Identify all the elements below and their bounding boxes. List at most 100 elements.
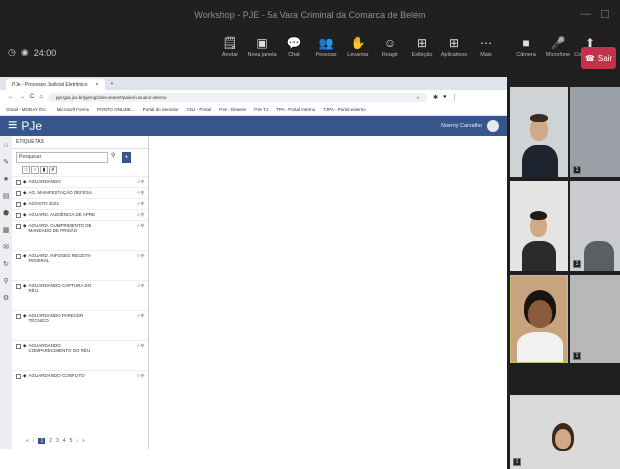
toolbar-levantar[interactable]: ✋ Levantar xyxy=(342,34,374,74)
filter-button[interactable]: ▮ xyxy=(40,166,48,174)
avatar[interactable] xyxy=(487,120,499,132)
page-5[interactable]: 5 xyxy=(70,438,73,444)
settings-icon[interactable]: ⚙ xyxy=(3,294,9,302)
menu-icon[interactable]: ⋮ xyxy=(452,94,458,101)
participant-video[interactable]: 1 xyxy=(510,395,620,469)
tab-close-icon[interactable]: × xyxy=(96,82,99,88)
list-item[interactable]: ◆ AGUARDANDO PARECER TÉCNICO ☆⚲ xyxy=(12,310,148,340)
page-3[interactable]: 3 xyxy=(56,438,59,444)
hamburger-icon[interactable]: ≡ xyxy=(8,117,17,135)
star-pin-icon[interactable]: ☆⚲ xyxy=(137,343,144,349)
list-item[interactable]: ◆ AGOSTO 2022 ☆⚲ xyxy=(12,198,148,209)
checkbox[interactable] xyxy=(16,314,21,319)
bookmark-item[interactable]: Microsoft Forms xyxy=(57,107,89,112)
checkbox[interactable] xyxy=(16,202,21,207)
star-pin-icon[interactable]: ☆⚲ xyxy=(137,253,144,259)
home-icon[interactable]: ⌂ xyxy=(4,142,8,149)
toolbar-microfone[interactable]: 🎤 Microfone xyxy=(542,34,574,74)
home-icon[interactable]: ⌂ xyxy=(39,94,43,100)
page-2[interactable]: 2 xyxy=(49,438,52,444)
minimize-icon[interactable]: — xyxy=(580,8,591,20)
list-icon[interactable]: ▤ xyxy=(3,192,10,200)
list-item[interactable]: ◆ AGUARD. CUMPRIMENTO DE MANDADO DE PRISÃ… xyxy=(12,220,148,250)
star-icon[interactable]: ★ xyxy=(3,175,9,183)
participant-video[interactable] xyxy=(510,87,568,177)
leave-button[interactable]: ☎ Sair xyxy=(581,47,616,69)
pje-logo[interactable]: PJe xyxy=(21,119,42,133)
star-pin-icon[interactable]: ☆⚲ xyxy=(137,212,144,218)
forward-icon[interactable]: → xyxy=(19,94,25,100)
participant-video-speaking[interactable] xyxy=(510,275,568,363)
call-info-icon[interactable]: ◷ xyxy=(8,47,16,58)
list-item[interactable]: ◆ AGUARDANDO COMPARECIMENTO DO RÉU ☆⚲ xyxy=(12,340,148,370)
star-pin-icon[interactable]: ☆⚲ xyxy=(137,190,144,196)
bookmark-item[interactable]: PONTO ONLINE... xyxy=(97,107,135,112)
page-1[interactable]: 1 xyxy=(38,438,46,444)
search-icon[interactable]: ⚲ xyxy=(3,277,8,285)
toolbar-nova-janela[interactable]: ▣ Nova janela xyxy=(246,34,278,74)
checkbox[interactable] xyxy=(16,180,21,185)
filter-button[interactable]: ✗ xyxy=(49,166,57,174)
tag-icon[interactable]: ⬟ xyxy=(3,209,9,217)
filter-button[interactable]: ☆ xyxy=(31,166,39,174)
toolbar-anotar[interactable]: 🗒 Anotar xyxy=(214,34,246,74)
list-item[interactable]: ◆ AG. MANIFESTAÇÃO DEFESA ☆⚲ xyxy=(12,187,148,198)
list-item[interactable]: ◆ AGUARDANDO ☆⚲ xyxy=(12,176,148,187)
browser-tab[interactable]: PJe - Processo Judicial Eletrônico × xyxy=(6,79,105,90)
bookmark-star-icon[interactable]: ☆ xyxy=(416,93,420,102)
star-pin-icon[interactable]: ☆⚲ xyxy=(137,201,144,207)
list-item[interactable]: ◆ AGUARD. INFOSEG RECEITA FEDERAL ☆⚲ xyxy=(12,250,148,280)
toolbar-mais[interactable]: ⋯ Mais xyxy=(470,34,502,74)
checkbox[interactable] xyxy=(16,284,21,289)
toolbar-chat[interactable]: 💬 Chat xyxy=(278,34,310,74)
toolbar-exibicao[interactable]: ⊞ Exibição xyxy=(406,34,438,74)
list-item[interactable]: ◆ AGUARD. AUDIÊNCIA DE APRE ☆⚲ xyxy=(12,209,148,220)
page-next[interactable]: › xyxy=(76,438,78,444)
tag-search-input[interactable]: Pesquisar xyxy=(16,152,108,163)
filter-button[interactable]: ☆ xyxy=(22,166,30,174)
star-pin-icon[interactable]: ☆⚲ xyxy=(137,373,144,379)
extensions-icon[interactable]: ✱ xyxy=(433,94,438,101)
page-first[interactable]: « xyxy=(26,438,29,444)
checkbox[interactable] xyxy=(16,224,21,229)
checkbox[interactable] xyxy=(16,374,21,379)
add-tag-button[interactable]: + xyxy=(122,152,131,163)
bookmark-item[interactable]: TPA - Portal Interno xyxy=(276,107,315,112)
bookmark-item[interactable]: CNJ - Portal xyxy=(187,107,212,112)
toolbar-reagir[interactable]: ☺ Reagir xyxy=(374,34,406,74)
url-field[interactable]: pje.tjpa.jus.br/pje/ng2/dev.seam#/painel… xyxy=(47,92,428,102)
list-item[interactable]: ◆ AGUARDANDO CONFLITO ☆⚲ xyxy=(12,370,148,381)
bookmark-item[interactable]: TJPA - Portal externo xyxy=(323,107,365,112)
bookmark-item[interactable]: Portal do Servidor xyxy=(143,107,179,112)
participant-video[interactable]: 1 xyxy=(570,275,620,363)
search-icon[interactable]: ⚲ xyxy=(111,152,119,163)
user-name[interactable]: Noemy Carvalho xyxy=(441,123,482,129)
toolbar-camera[interactable]: ■ Câmera xyxy=(510,34,542,74)
checkbox[interactable] xyxy=(16,344,21,349)
pencil-icon[interactable]: ✎ xyxy=(3,158,9,166)
page-4[interactable]: 4 xyxy=(63,438,66,444)
participant-video[interactable]: 1 xyxy=(570,87,620,177)
star-pin-icon[interactable]: ☆⚲ xyxy=(137,313,144,319)
reload-icon[interactable]: C xyxy=(30,94,34,100)
checkbox[interactable] xyxy=(16,254,21,259)
list-item[interactable]: ◆ AGUARDANDO CAPTURA DO RÉU ☆⚲ xyxy=(12,280,148,310)
bookmark-item[interactable]: PJe - Desenv xyxy=(219,107,246,112)
participant-video[interactable] xyxy=(510,181,568,271)
profile-icon[interactable]: ● xyxy=(443,94,447,100)
page-last[interactable]: » xyxy=(82,438,85,444)
bookmark-item[interactable]: PJe TJ xyxy=(254,107,268,112)
mail-icon[interactable]: ✉ xyxy=(3,243,9,251)
checkbox[interactable] xyxy=(16,213,21,218)
star-pin-icon[interactable]: ☆⚲ xyxy=(137,179,144,185)
star-pin-icon[interactable]: ☆⚲ xyxy=(137,283,144,289)
toolbar-pessoas[interactable]: 👥 Pessoas xyxy=(310,34,342,74)
new-tab-icon[interactable]: + xyxy=(111,81,114,87)
bookmark-item[interactable]: Gmail - MODAY DV... xyxy=(6,107,49,112)
toolbar-aplicativos[interactable]: ⊞ Aplicativos xyxy=(438,34,470,74)
checkbox[interactable] xyxy=(16,191,21,196)
document-icon[interactable]: ▦ xyxy=(3,226,10,234)
participant-video[interactable]: 1 xyxy=(570,181,620,271)
back-icon[interactable]: ← xyxy=(8,94,14,100)
refresh-icon[interactable]: ↻ xyxy=(3,260,9,268)
